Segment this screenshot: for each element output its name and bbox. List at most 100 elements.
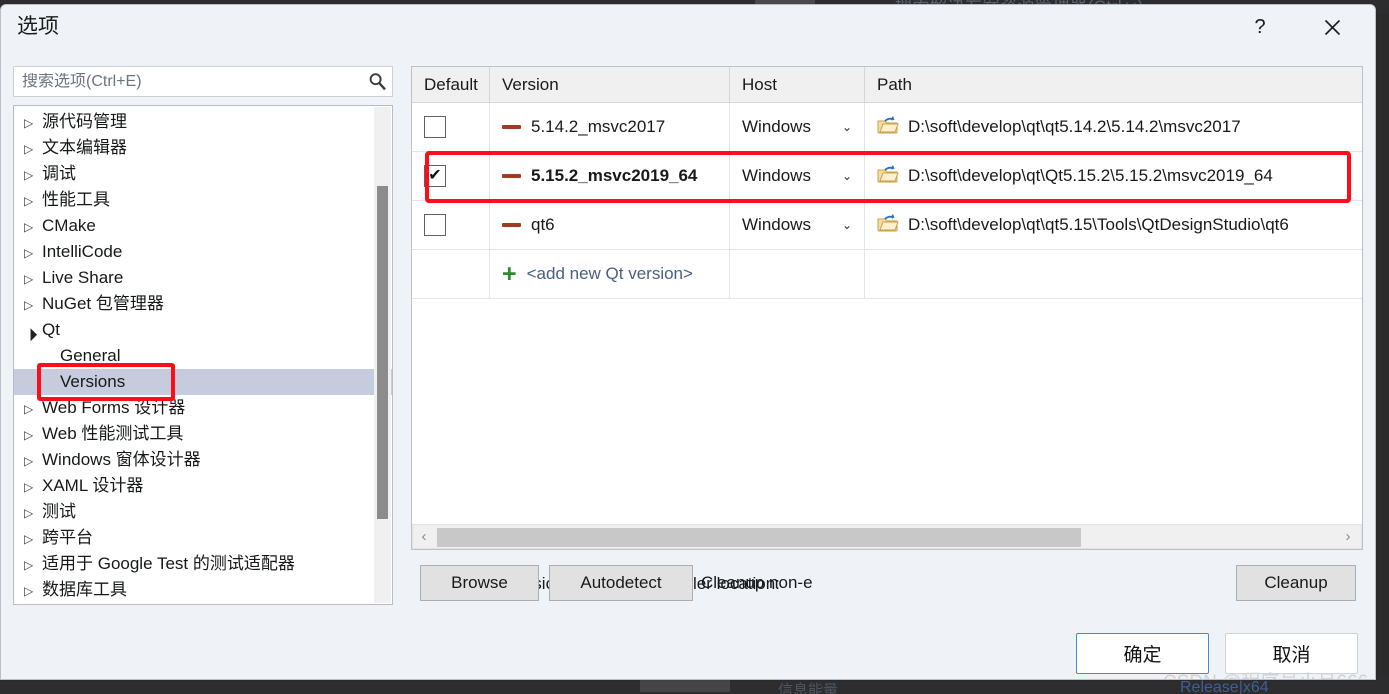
chevron-down-icon[interactable]: ⌄ [842,218,852,232]
chevron-right-icon[interactable]: ▷ [24,240,42,266]
add-new-version-button[interactable]: + <add new Qt version> [490,250,730,298]
sidebar-item-15[interactable]: ▷ 测试 [14,499,392,525]
sidebar-item-3[interactable]: ▷ 性能工具 [14,187,392,213]
version-cell[interactable]: 5.14.2_msvc2017 [490,103,730,151]
chevron-right-icon[interactable]: ▷ [24,500,42,526]
add-new-version-label: <add new Qt version> [526,264,693,283]
table-row[interactable]: 5.14.2_msvc2017 Windows ⌄ D:\soft\develop\q… [412,103,1362,152]
column-header-host[interactable]: Host [730,67,865,102]
sidebar-item-18[interactable]: ▷ 数据库工具 [14,577,392,603]
plus-icon[interactable]: + [502,261,517,287]
grid-horizontal-scrollbar[interactable]: ‹ › [412,524,1362,549]
options-category-tree[interactable]: ▷ 源代码管理 ▷ 文本编辑器 ▷ 调试 ▷ 性能工具 ▷ CMake ▷ IntelliCode ▷ L… [13,105,393,605]
sidebar-item-7[interactable]: ▷ NuGet 包管理器 [14,291,392,317]
cancel-button[interactable]: 取消 [1225,633,1358,674]
chevron-right-icon[interactable]: ▷ [24,266,42,292]
grid-header-row: Default Version Host Path [412,67,1362,103]
close-icon[interactable] [1309,9,1355,45]
table-row[interactable]: qt6 Windows ⌄ D:\soft\develop\qt\qt5.15\Too… [412,201,1362,250]
chevron-right-icon[interactable]: ▷ [24,292,42,318]
sidebar-item-1[interactable]: ▷ 文本编辑器 [14,135,392,161]
path-cell[interactable]: D:\soft\develop\qt\qt5.15\Tools\QtDesign… [865,201,1362,249]
version-cell[interactable]: qt6 [490,201,730,249]
chevron-right-icon[interactable]: ▷ [24,188,42,214]
scroll-right-icon[interactable]: › [1337,528,1359,545]
sidebar-item-14[interactable]: ▷ XAML 设计器 [14,473,392,499]
open-folder-icon[interactable] [877,115,899,139]
chevron-right-icon[interactable]: ▷ [24,422,42,448]
version-label: 5.14.2_msvc2017 [531,117,666,136]
chevron-down-icon[interactable]: ⌄ [842,120,852,134]
ok-button[interactable]: 确定 [1076,633,1209,674]
sidebar-item-10[interactable]: Versions [14,369,392,395]
scroll-left-icon[interactable]: ‹ [413,528,435,545]
host-value: Windows [742,117,811,136]
sidebar-item-2[interactable]: ▷ 调试 [14,161,392,187]
sidebar-item-4[interactable]: ▷ CMake [14,213,392,239]
default-checkbox[interactable] [424,214,446,236]
column-header-version[interactable]: Version [490,67,730,102]
search-icon [362,72,392,91]
sidebar-item-6[interactable]: ▷ Live Share [14,265,392,291]
dash-icon [502,125,521,129]
chevron-right-icon[interactable]: ▷ [24,448,42,474]
column-header-default[interactable]: Default [412,67,490,102]
sidebar-item-label: 跨平台 [42,528,93,547]
grid-scrollbar-thumb[interactable] [437,528,1081,547]
chevron-right-icon[interactable]: ▷ [24,214,42,240]
sidebar-item-label: 源代码管理 [42,112,127,131]
options-dialog: 选项 ? ▷源代码管理▷文本编辑器▷调试▷性能工具▷CMake▷IntelliC… [0,4,1376,680]
table-row[interactable]: ✔ 5.15.2_msvc2019_64 Windows ⌄ D:\soft\devel… [412,152,1362,201]
path-cell[interactable]: D:\soft\develop\qt\qt5.14.2\5.14.2\msvc2… [865,103,1362,151]
search-box[interactable] [13,66,393,97]
version-label: 5.15.2_msvc2019_64 [531,166,698,185]
sidebar-item-0[interactable]: ▷ 源代码管理 [14,109,392,135]
browse-button[interactable]: Browse [420,565,539,601]
chevron-right-icon[interactable]: ▷ [24,552,42,578]
default-cell [412,201,490,249]
sidebar-item-16[interactable]: ▷ 跨平台 [14,525,392,551]
open-folder-icon[interactable] [877,164,899,188]
chevron-right-icon[interactable]: ▷ [24,136,42,162]
chevron-right-icon[interactable]: ▷ [24,162,42,188]
tree-vertical-scrollbar[interactable] [374,107,391,603]
qt-versions-grid[interactable]: Default Version Host Path 5.14.2_msvc201… [411,66,1363,550]
column-header-path[interactable]: Path [865,67,1362,102]
cleanup-note-label: Cleanup non-e [701,573,813,592]
sidebar-item-label: 文本编辑器 [42,138,127,157]
sidebar-item-5[interactable]: ▷ IntelliCode [14,239,392,265]
sidebar-item-label: XAML 设计器 [42,476,144,495]
sidebar-item-9[interactable]: General [14,343,392,369]
sidebar-item-label: NuGet 包管理器 [42,294,164,313]
path-label: D:\soft\develop\qt\qt5.14.2\5.14.2\msvc2… [908,117,1241,136]
dialog-title: 选项 [17,15,59,38]
chevron-right-icon[interactable]: ▷ [24,526,42,552]
chevron-right-icon[interactable]: ▷ [24,578,42,604]
path-cell[interactable]: D:\soft\develop\qt\Qt5.15.2\5.15.2\msvc2… [865,152,1362,200]
default-checkbox[interactable] [424,116,446,138]
sidebar-item-label: Versions [60,372,126,391]
chevron-right-icon[interactable]: ▷ [24,396,42,422]
open-folder-icon[interactable] [877,213,899,237]
cleanup-button[interactable]: Cleanup [1236,565,1356,601]
host-cell[interactable]: Windows ⌄ [730,152,865,200]
help-icon[interactable]: ? [1237,9,1283,45]
autodetect-button[interactable]: Autodetect [549,565,693,601]
chevron-down-icon[interactable]: ⌄ [842,169,852,183]
add-new-version-row[interactable]: + <add new Qt version> [412,250,1362,299]
search-input[interactable] [14,72,362,91]
sidebar-item-13[interactable]: ▷ Windows 窗体设计器 [14,447,392,473]
chevron-right-icon[interactable]: ▷ [24,110,42,136]
sidebar-item-8[interactable]: ◢ Qt [14,317,392,343]
sidebar-item-12[interactable]: ▷ Web 性能测试工具 [14,421,392,447]
add-row-host-cell [730,250,865,298]
chevron-right-icon[interactable]: ▷ [24,474,42,500]
sidebar-item-11[interactable]: ▷ Web Forms 设计器 [14,395,392,421]
host-cell[interactable]: Windows ⌄ [730,103,865,151]
sidebar-item-17[interactable]: ▷ 适用于 Google Test 的测试适配器 [14,551,392,577]
default-checkbox[interactable]: ✔ [424,165,446,187]
sidebar-item-label: Web Forms 设计器 [42,398,186,417]
version-cell[interactable]: 5.15.2_msvc2019_64 [490,152,730,200]
host-cell[interactable]: Windows ⌄ [730,201,865,249]
tree-scrollbar-thumb[interactable] [377,186,388,519]
